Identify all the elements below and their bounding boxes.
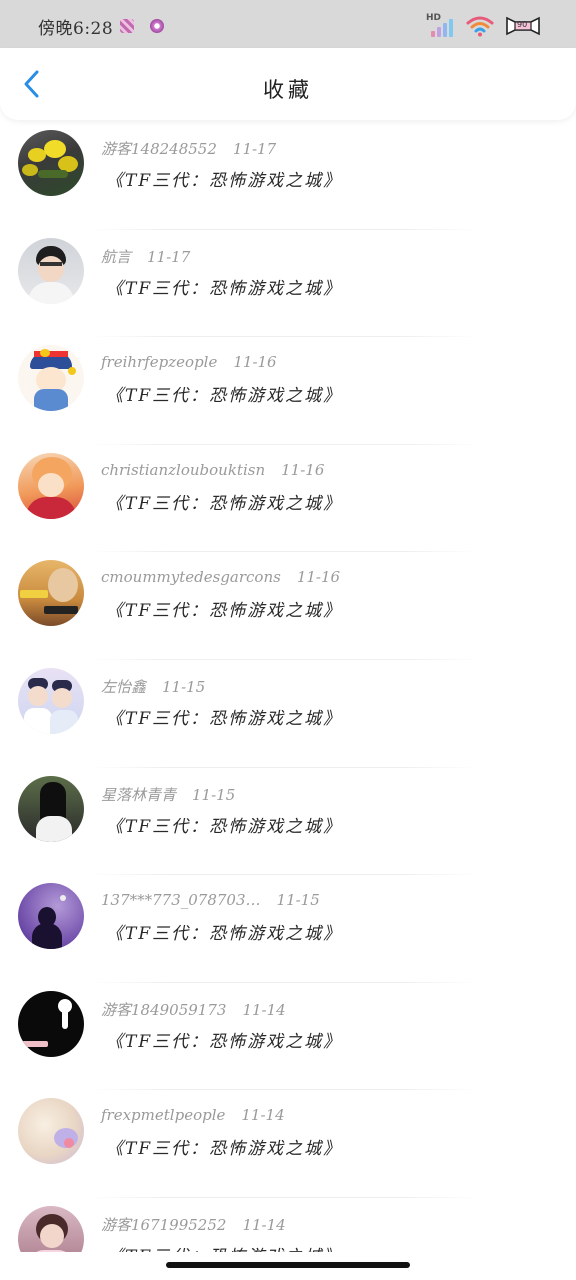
- avatar[interactable]: [18, 883, 84, 950]
- favorite-date: 11-14: [242, 1000, 286, 1019]
- favorite-date: 11-16: [281, 460, 325, 479]
- username[interactable]: frexpmetlpeople: [101, 1106, 225, 1124]
- favorites-screen: 傍晚6:28 HD 90 收藏 游客148248552 11-17 《TF三代：…: [0, 0, 576, 1280]
- work-title[interactable]: 《TF三代：恐怖游戏之城》: [106, 274, 342, 299]
- username[interactable]: 游客148248552: [101, 140, 217, 158]
- favorite-date: 11-14: [242, 1215, 286, 1234]
- work-title[interactable]: 《TF三代：恐怖游戏之城》: [106, 1242, 342, 1252]
- work-title[interactable]: 《TF三代：恐怖游戏之城》: [106, 812, 342, 837]
- favorite-meta: freihrfepzeople 11-16: [101, 353, 277, 375]
- favorite-date: 11-15: [162, 677, 206, 696]
- battery-level: 90: [517, 20, 528, 29]
- favorite-meta: 游客1849059173 11-14: [101, 999, 286, 1021]
- avatar[interactable]: [18, 130, 84, 196]
- username[interactable]: 游客1671995252: [101, 1216, 226, 1234]
- username[interactable]: 左怡鑫: [101, 678, 146, 696]
- favorite-item[interactable]: 星落林青青 11-15 《TF三代：恐怖游戏之城》: [0, 768, 576, 876]
- username[interactable]: 137***773_078703…: [101, 891, 261, 909]
- work-title[interactable]: 《TF三代：恐怖游戏之城》: [106, 919, 342, 944]
- work-title[interactable]: 《TF三代：恐怖游戏之城》: [106, 381, 342, 406]
- favorite-item[interactable]: 游客1671995252 11-14 《TF三代：恐怖游戏之城》: [0, 1198, 576, 1252]
- favorite-date: 11-17: [232, 140, 277, 158]
- avatar[interactable]: [18, 775, 84, 842]
- favorite-date: 11-14: [241, 1106, 285, 1125]
- favorite-item[interactable]: 左怡鑫 11-15 《TF三代：恐怖游戏之城》: [0, 660, 576, 768]
- hd-label: HD: [426, 13, 442, 23]
- wifi-icon: [466, 16, 494, 37]
- favorite-date: 11-15: [276, 891, 320, 910]
- favorite-meta: 航言 11-17: [101, 246, 190, 268]
- favorite-meta: 星落林青青 11-15: [101, 784, 235, 806]
- work-title[interactable]: 《TF三代：恐怖游戏之城》: [106, 704, 342, 729]
- home-indicator[interactable]: [166, 1262, 410, 1268]
- status-time: 傍晚6:28: [38, 19, 114, 39]
- favorite-item[interactable]: 游客148248552 11-17 《TF三代：恐怖游戏之城》: [0, 122, 576, 230]
- header: 收藏: [0, 48, 576, 120]
- favorite-item[interactable]: 游客1849059173 11-14 《TF三代：恐怖游戏之城》: [0, 983, 576, 1091]
- avatar[interactable]: [18, 1205, 84, 1252]
- work-title[interactable]: 《TF三代：恐怖游戏之城》: [106, 596, 342, 621]
- favorite-item[interactable]: freihrfepzeople 11-16 《TF三代：恐怖游戏之城》: [0, 337, 576, 445]
- page-title: 收藏: [263, 78, 313, 102]
- favorite-item[interactable]: cmoummytedesgarcons 11-16 《TF三代：恐怖游戏之城》: [0, 552, 576, 660]
- notification-icon-app-2: [150, 19, 164, 33]
- battery-icon: 90: [504, 15, 542, 37]
- favorite-meta: 137***773_078703… 11-15: [101, 891, 320, 913]
- avatar[interactable]: [18, 1098, 84, 1165]
- username[interactable]: 星落林青青: [101, 786, 176, 804]
- favorite-date: 11-17: [147, 247, 191, 266]
- favorite-meta: cmoummytedesgarcons 11-16: [101, 568, 340, 590]
- work-title[interactable]: 《TF三代：恐怖游戏之城》: [106, 1134, 342, 1159]
- username[interactable]: 航言: [101, 248, 131, 266]
- notification-icon-app-1: [120, 19, 134, 33]
- avatar[interactable]: [18, 990, 84, 1057]
- favorite-item[interactable]: christianzloubouktisn 11-16 《TF三代：恐怖游戏之城》: [0, 445, 576, 553]
- favorite-item[interactable]: 航言 11-17 《TF三代：恐怖游戏之城》: [0, 230, 576, 338]
- favorite-meta: 游客1671995252 11-14: [101, 1214, 286, 1236]
- favorite-date: 11-16: [296, 568, 341, 587]
- work-title[interactable]: 《TF三代：恐怖游戏之城》: [106, 1027, 342, 1052]
- status-icons: HD 90: [426, 13, 542, 38]
- favorite-meta: 游客148248552 11-17: [101, 138, 276, 160]
- favorite-item[interactable]: frexpmetlpeople 11-14 《TF三代：恐怖游戏之城》: [0, 1090, 576, 1198]
- username[interactable]: christianzloubouktisn: [101, 461, 265, 479]
- avatar[interactable]: [18, 560, 84, 627]
- work-title[interactable]: 《TF三代：恐怖游戏之城》: [106, 166, 342, 191]
- avatar[interactable]: [18, 667, 84, 734]
- favorite-meta: 左怡鑫 11-15: [101, 676, 205, 698]
- username[interactable]: 游客1849059173: [101, 1001, 226, 1019]
- status-bar: 傍晚6:28 HD 90: [0, 0, 576, 48]
- favorite-date: 11-16: [233, 353, 277, 372]
- avatar[interactable]: [18, 237, 84, 304]
- favorite-date: 11-15: [192, 785, 236, 804]
- work-title[interactable]: 《TF三代：恐怖游戏之城》: [106, 489, 342, 514]
- favorite-meta: frexpmetlpeople 11-14: [101, 1106, 285, 1128]
- cellular-signal-icon: HD: [426, 13, 456, 37]
- username[interactable]: cmoummytedesgarcons: [101, 568, 281, 586]
- username[interactable]: freihrfepzeople: [101, 353, 217, 371]
- favorites-list[interactable]: 游客148248552 11-17 《TF三代：恐怖游戏之城》 航言 11-17 《TF三…: [0, 122, 576, 1252]
- avatar[interactable]: [18, 345, 84, 412]
- favorite-meta: christianzloubouktisn 11-16: [101, 461, 324, 483]
- favorite-item[interactable]: 137***773_078703… 11-15 《TF三代：恐怖游戏之城》: [0, 875, 576, 983]
- avatar[interactable]: [18, 452, 84, 519]
